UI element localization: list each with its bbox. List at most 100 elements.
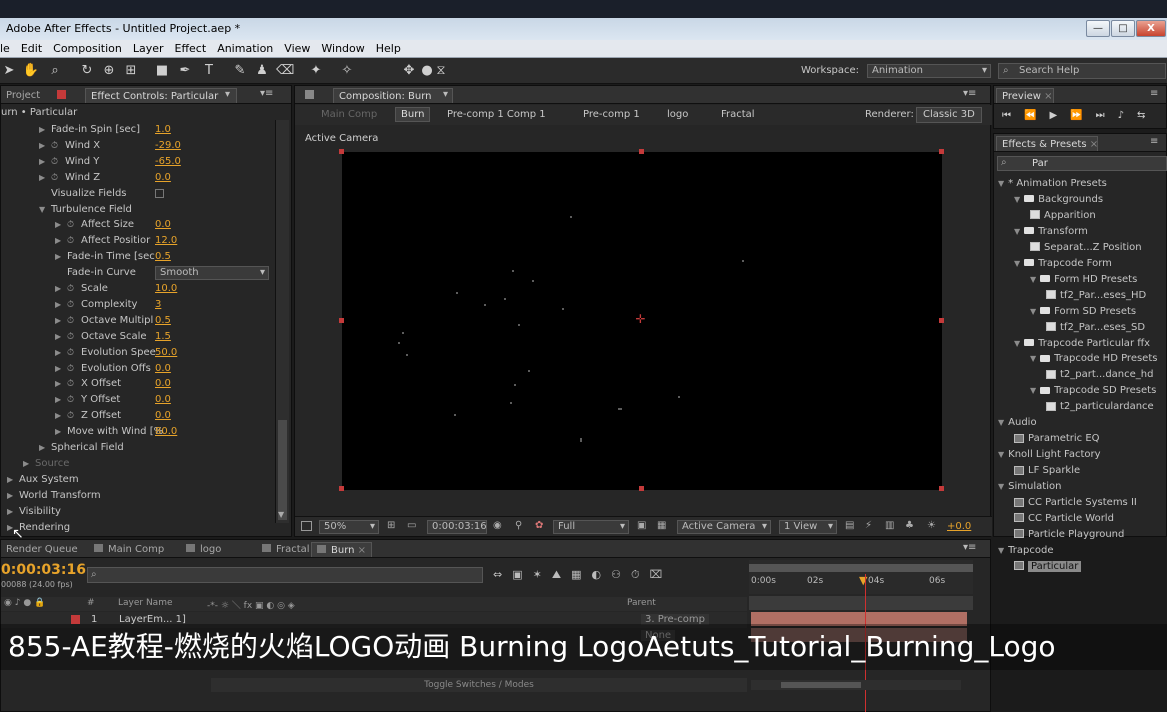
effect-property-row[interactable]: ▶ Aux System [1,472,273,488]
breadcrumb-precomp1[interactable]: Pre-comp 1 [583,109,640,120]
zoom-tool-icon[interactable]: ⌕ [46,62,64,80]
transform-handle[interactable] [339,149,344,154]
effect-property-row[interactable]: ▶ ⏱ Affect Size 0.0 [1,217,273,233]
effect-property-row[interactable]: ▶ ⏱ Y Offset 0.0 [1,392,273,408]
panel-menu-icon[interactable]: ▾≡ [963,88,976,99]
current-time-field[interactable]: 0:00:03:16 [427,520,487,534]
breadcrumb-main-comp[interactable]: Main Comp [321,109,377,120]
effect-property-row[interactable]: ▶ ⏱ Evolution Spee 50.0 [1,345,273,361]
renderer-dropdown[interactable]: Classic 3D [916,107,982,123]
collapsed-triangle-icon[interactable]: ▶ [7,472,13,488]
property-value[interactable]: 80.0 [155,424,177,440]
timeline-current-time[interactable]: 0:00:03:16 [1,562,86,578]
toggle-switches-modes-button[interactable]: Toggle Switches / Modes [211,678,747,692]
draft-3d-icon[interactable]: ✶ [533,568,552,581]
effects-tree-item[interactable]: CC Particle Systems II [1014,495,1137,511]
effect-property-row[interactable]: Fade-in Curve Smooth ▾ [1,265,273,281]
lock-icon[interactable] [305,90,314,99]
stopwatch-icon[interactable]: ⏱ [67,281,74,297]
effect-property-row[interactable]: ▶ World Transform [1,488,273,504]
axis-mode-icon[interactable]: ✥ [400,62,418,80]
effects-tree-item[interactable]: Parametric EQ [1014,431,1100,447]
snapshot-icon[interactable]: ◉ [493,520,502,531]
puppet-pin-icon[interactable]: ✧ [338,62,356,80]
fade-in-curve-dropdown[interactable]: Smooth ▾ [155,266,269,281]
effect-property-row[interactable]: ▶ Rendering [1,520,273,536]
effect-property-row[interactable]: ▶ ⏱ Scale 10.0 [1,281,273,297]
menu-item[interactable]: Effect [175,40,207,57]
close-icon[interactable]: × [1090,139,1098,150]
camera-orbit-icon[interactable]: ⊕ [100,62,118,80]
stopwatch-icon[interactable]: ⏱ [67,217,74,233]
stopwatch-icon[interactable]: ⏱ [67,297,74,313]
effect-property-row[interactable]: ▶ ⏱ X Offset 0.0 [1,376,273,392]
collapsed-triangle-icon[interactable]: ▶ [39,154,45,170]
scrollbar[interactable]: ▼ [275,120,289,523]
collapsed-triangle-icon[interactable]: ▶ [55,424,61,440]
stopwatch-icon[interactable]: ⏱ [67,345,74,361]
effects-tree-item[interactable]: ▼ Form SD Presets [1030,304,1136,320]
tab-timeline[interactable]: Render Queue [1,542,83,557]
stopwatch-icon[interactable]: ⏱ [67,408,74,424]
effects-tree-item[interactable]: LF Sparkle [1014,463,1080,479]
property-value[interactable]: 50.0 [155,345,177,361]
graph-editor-icon[interactable]: ⌧ [650,568,673,581]
effect-property-row[interactable]: ▶ ⏱ Wind Z 0.0 [1,170,273,186]
property-value[interactable]: 10.0 [155,281,177,297]
timeline-icon[interactable]: ▥ [885,520,894,531]
timeline-search-field[interactable]: ⌕ [87,567,483,583]
menu-item[interactable]: Animation [217,40,273,57]
expanded-triangle-icon[interactable]: ▼ [998,482,1004,491]
maximize-button[interactable]: □ [1111,20,1135,37]
transform-handle[interactable] [939,486,944,491]
property-value[interactable]: 0.0 [155,408,171,424]
tab-timeline[interactable]: Main Comp [89,542,169,557]
effects-tree-item[interactable]: ▼ Trapcode [998,543,1054,559]
brainstorm-icon[interactable]: ⚇ [611,568,631,581]
effects-tree-item[interactable]: ▼ Trapcode HD Presets [1030,351,1157,367]
resolution-dropdown[interactable]: Full ▾ [553,520,629,534]
effects-tree-item[interactable]: Particular [1014,559,1082,575]
collapsed-triangle-icon[interactable]: ▶ [55,217,61,233]
flowchart-icon[interactable]: ♣ [905,520,914,531]
breadcrumb-fractal[interactable]: Fractal [721,109,755,120]
time-ruler[interactable]: 0:00s 02s 04s 06s ▼ [749,560,973,594]
mask-visibility-icon[interactable]: ▭ [407,520,416,531]
property-value[interactable]: 3 [155,297,161,313]
collapsed-triangle-icon[interactable]: ▶ [55,233,61,249]
effect-property-row[interactable]: ▶ ⏱ Wind Y -65.0 [1,154,273,170]
playhead-icon[interactable]: ▼ [859,574,867,587]
property-value[interactable]: 1.0 [155,122,171,138]
collapsed-triangle-icon[interactable]: ▶ [39,122,45,138]
comp-mini-flowchart-icon[interactable]: ⇔ [493,568,512,581]
auto-keyframe-icon[interactable]: ⏱ [631,568,650,581]
transform-handle[interactable] [939,318,944,323]
close-icon[interactable]: × [354,545,366,556]
rotate-tool-icon[interactable]: ↻ [78,62,96,80]
tab-timeline[interactable]: Fractal [257,542,315,557]
tab-effects-presets[interactable]: Effects & Presets × [996,136,1098,151]
text-tool-icon[interactable]: T [200,62,218,80]
toggle-pixel-aspect-icon[interactable]: ▤ [845,520,854,531]
property-value[interactable]: 12.0 [155,233,177,249]
chevron-down-icon[interactable]: ▾ [443,89,448,100]
expanded-triangle-icon[interactable]: ▼ [1030,386,1036,395]
view-axis-icon[interactable]: ⧖ [432,62,450,80]
collapsed-triangle-icon[interactable]: ▶ [55,297,61,313]
exposure-value[interactable]: +0.0 [947,521,971,532]
scrollbar-thumb[interactable] [278,420,287,520]
collapsed-triangle-icon[interactable]: ▶ [55,361,61,377]
hand-tool-icon[interactable]: ✋ [22,62,40,80]
property-value[interactable]: 1.5 [155,329,171,345]
stopwatch-icon[interactable]: ⏱ [67,376,74,392]
tab-timeline[interactable]: Burn × [311,542,373,557]
expanded-triangle-icon[interactable]: ▼ [1014,339,1020,348]
view-layout-dropdown[interactable]: 1 View ▾ [779,520,837,534]
stopwatch-icon[interactable]: ⏱ [67,233,74,249]
menu-item[interactable]: View [284,40,310,57]
expanded-triangle-icon[interactable]: ▼ [1030,275,1036,284]
property-value[interactable]: 0.5 [155,249,171,265]
selection-tool-icon[interactable]: ➤ [0,62,18,80]
expanded-triangle-icon[interactable]: ▼ [1030,307,1036,316]
effect-property-row[interactable]: ▶ Spherical Field [1,440,273,456]
